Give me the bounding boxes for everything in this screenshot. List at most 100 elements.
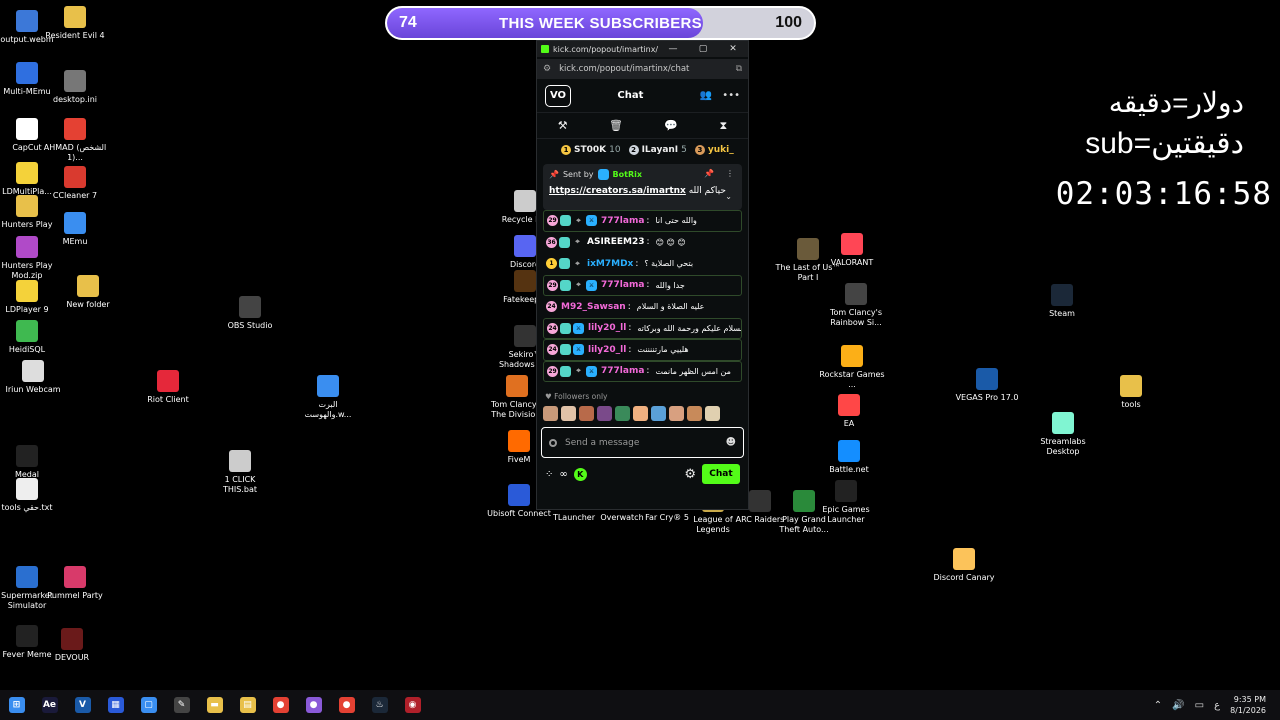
channel-points-icon[interactable]: ⁘: [545, 469, 553, 480]
desktop-icon[interactable]: tools: [1098, 375, 1164, 410]
taskbar-button[interactable]: ●: [330, 690, 363, 720]
chat-username[interactable]: ASIREEM23: [587, 237, 645, 247]
chat-username[interactable]: ixM7MDx: [587, 259, 633, 269]
emote-icon[interactable]: [597, 406, 612, 421]
more-options-icon[interactable]: •••: [722, 90, 740, 101]
maximize-icon[interactable]: ▢: [688, 41, 718, 57]
taskbar-button[interactable]: ●: [264, 690, 297, 720]
leaderboard-entry[interactable]: 1 ST00K 10: [561, 145, 621, 155]
emote-icon[interactable]: [651, 406, 666, 421]
emote-icon[interactable]: [705, 406, 720, 421]
site-info-icon[interactable]: ⚙: [543, 64, 551, 74]
emote-icon[interactable]: [633, 406, 648, 421]
message-input[interactable]: [565, 437, 718, 448]
desktop-icon[interactable]: Riot Client: [135, 370, 201, 405]
desktop-icon[interactable]: Streamlabs Desktop: [1030, 412, 1096, 457]
chat-message[interactable]: 29 ⌖ ⚔ 777lama: من امس الظهر مانمت: [543, 360, 742, 382]
taskbar-button[interactable]: ▦: [99, 690, 132, 720]
pinned-link[interactable]: https://creators.sa/imartnx: [549, 186, 686, 196]
desktop-icon[interactable]: Rockstar Games ...: [819, 345, 885, 390]
desktop-icon[interactable]: Discord Canary: [931, 548, 997, 583]
taskbar-button[interactable]: ▢: [132, 690, 165, 720]
desktop-icon[interactable]: New folder: [55, 275, 121, 310]
chat-username[interactable]: 777lama: [601, 280, 644, 290]
desktop-icon[interactable]: AHMAD (الشخص 1)...: [42, 118, 108, 163]
chat-username[interactable]: lily20_ll: [588, 323, 626, 333]
chat-message[interactable]: 1 ⌖ ixM7MDx: بتحي الصلاية ؟: [543, 253, 742, 275]
desktop-icon[interactable]: LDPlayer 9: [0, 280, 60, 315]
desktop-icon[interactable]: tools حقي.txt: [0, 478, 60, 513]
desktop-icon[interactable]: OBS Studio: [217, 296, 283, 331]
message-input-box[interactable]: ☻: [541, 427, 744, 458]
chat-username[interactable]: M92_Sawsan: [561, 302, 626, 312]
desktop-icon[interactable]: البرت والهوست.w...: [295, 375, 361, 420]
chat-message[interactable]: 24 M92_Sawsan: عليه الصلاة و السلام: [543, 296, 742, 318]
window-titlebar[interactable]: kick.com/popout/imartinx/... — ▢ ✕: [537, 41, 748, 57]
close-icon[interactable]: ✕: [718, 41, 748, 57]
desktop-icon[interactable]: VEGAS Pro 17.0: [954, 368, 1020, 403]
chat-message[interactable]: 24 ⚔ lily20_ll: السلام عليكم ورحمة الله وبر…: [543, 317, 742, 339]
desktop-icon[interactable]: Battle.net: [816, 440, 882, 475]
minimize-icon[interactable]: —: [658, 41, 688, 57]
desktop-icon[interactable]: DEVOUR: [39, 628, 105, 663]
desktop-icon[interactable]: 1 CLICK THIS.bat: [207, 450, 273, 495]
send-chat-button[interactable]: Chat: [702, 464, 740, 484]
chat-message[interactable]: 29 ⌖ ⚔ 777lama: والله حتى انا: [543, 210, 742, 232]
input-language[interactable]: ع: [1214, 700, 1220, 711]
ban-hammer-icon[interactable]: ⚒: [558, 119, 568, 132]
kick-coin-icon[interactable]: K: [573, 467, 587, 481]
desktop-icon[interactable]: Resident Evil 4: [42, 6, 108, 41]
clock[interactable]: 9:35 PM 8/1/2026: [1230, 694, 1266, 716]
emote-icon[interactable]: [561, 406, 576, 421]
chat-username[interactable]: lily20_ll: [588, 345, 626, 355]
chat-mode-icon[interactable]: 💬: [664, 119, 678, 132]
taskbar-button[interactable]: ▤: [231, 690, 264, 720]
emoji-icon[interactable]: ☻: [726, 437, 736, 448]
pinned-more-icon[interactable]: ⋮: [726, 169, 734, 178]
desktop-icon[interactable]: Steam: [1029, 284, 1095, 319]
taskbar-button[interactable]: ♨: [363, 690, 396, 720]
pinned-message[interactable]: 📌 Sent by BotRix حياكم الله https://crea…: [543, 164, 742, 210]
desktop-icon[interactable]: HeidiSQL: [0, 320, 60, 355]
desktop-icon[interactable]: Hunters Play Mod.zip: [0, 236, 60, 281]
desktop-icon[interactable]: EA: [816, 394, 882, 429]
emote-icon[interactable]: [687, 406, 702, 421]
chevron-down-icon[interactable]: ⌄: [725, 192, 732, 201]
emote-icon[interactable]: [615, 406, 630, 421]
unpin-icon[interactable]: 📌: [704, 169, 714, 178]
emote-icon[interactable]: [669, 406, 684, 421]
desktop-icon[interactable]: desktop.ini: [42, 70, 108, 105]
points-label[interactable]: ∞: [559, 469, 567, 480]
chat-username[interactable]: 777lama: [601, 366, 644, 376]
emote-icon[interactable]: [543, 406, 558, 421]
chat-message[interactable]: 29 ⌖ ⚔ 777lama: جدا والله: [543, 274, 742, 296]
desktop-icon[interactable]: Pummel Party: [42, 566, 108, 601]
volume-icon[interactable]: 🔊: [1172, 700, 1184, 711]
settings-gear-icon[interactable]: ⚙: [684, 467, 696, 482]
url-text[interactable]: kick.com/popout/imartinx/chat: [559, 64, 735, 74]
slow-mode-icon[interactable]: ⧗: [720, 119, 728, 133]
network-icon[interactable]: ▭: [1195, 700, 1204, 711]
desktop-icon[interactable]: VALORANT: [819, 233, 885, 268]
taskbar-button[interactable]: ▬: [198, 690, 231, 720]
taskbar-button[interactable]: ◉: [396, 690, 429, 720]
taskbar-button[interactable]: ●: [297, 690, 330, 720]
taskbar-button[interactable]: ⊞: [0, 690, 33, 720]
pinned-bot-name[interactable]: BotRix: [613, 170, 642, 179]
taskbar-button[interactable]: ✎: [165, 690, 198, 720]
desktop-icon[interactable]: Epic Games Launcher: [813, 480, 879, 525]
leaderboard-entry[interactable]: 3 yuki_: [694, 145, 737, 155]
taskbar-button[interactable]: V: [66, 690, 99, 720]
desktop-icon[interactable]: Medal: [0, 445, 60, 480]
translate-icon[interactable]: ⧉: [736, 64, 742, 74]
chevron-up-icon[interactable]: ⌃: [1154, 700, 1162, 711]
desktop-icon[interactable]: Iriun Webcam: [0, 360, 66, 395]
chat-message[interactable]: 36 ⌖ ASIREEM23: 😊 😊 😊: [543, 232, 742, 254]
chat-username[interactable]: 777lama: [601, 216, 644, 226]
users-icon[interactable]: 👥: [700, 90, 712, 101]
desktop-icon[interactable]: Tom Clancy's Rainbow Si...: [823, 283, 889, 328]
leaderboard-entry[interactable]: 2 ILayanI 5: [628, 145, 687, 155]
emote-icon[interactable]: [579, 406, 594, 421]
clear-chat-icon[interactable]: 🗑: [609, 119, 623, 132]
taskbar-button[interactable]: Ae: [33, 690, 66, 720]
